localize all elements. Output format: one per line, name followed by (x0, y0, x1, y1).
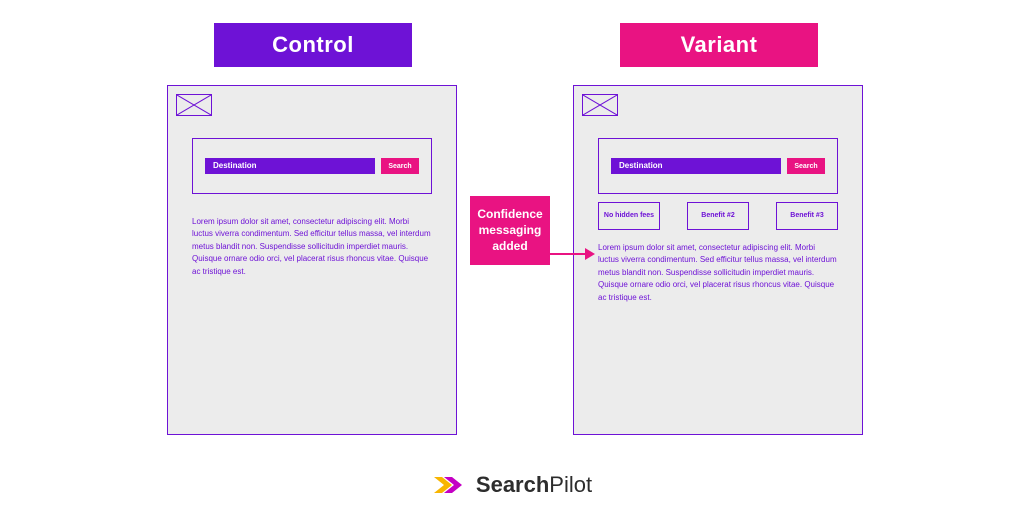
destination-input[interactable]: Destination (205, 158, 375, 174)
annotation-label: Confidence messaging added (470, 196, 550, 265)
benefits-row: No hidden fees Benefit #2 Benefit #3 (598, 202, 838, 230)
search-bar: Destination Search (192, 138, 432, 194)
brand-name-light: Pilot (549, 472, 592, 497)
body-copy-control: Lorem ipsum dolor sit amet, consectetur … (192, 216, 432, 278)
control-panel: Destination Search Lorem ipsum dolor sit… (167, 85, 457, 435)
image-placeholder-icon (582, 94, 618, 116)
benefit-chip-2: Benefit #2 (687, 202, 749, 230)
search-button[interactable]: Search (787, 158, 825, 174)
header-control: Control (214, 23, 412, 67)
destination-input[interactable]: Destination (611, 158, 781, 174)
benefit-chip-no-hidden-fees: No hidden fees (598, 202, 660, 230)
variant-panel: Destination Search No hidden fees Benefi… (573, 85, 863, 435)
body-copy-variant: Lorem ipsum dolor sit amet, consectetur … (598, 242, 838, 304)
brand-name: SearchPilot (476, 472, 592, 498)
brand-footer: SearchPilot (0, 472, 1024, 498)
annotation-arrow-icon (547, 247, 595, 261)
image-placeholder-icon (176, 94, 212, 116)
benefit-chip-3: Benefit #3 (776, 202, 838, 230)
searchpilot-logo-icon (432, 473, 468, 497)
search-button[interactable]: Search (381, 158, 419, 174)
brand-name-bold: Search (476, 472, 549, 497)
header-variant: Variant (620, 23, 818, 67)
search-bar: Destination Search (598, 138, 838, 194)
